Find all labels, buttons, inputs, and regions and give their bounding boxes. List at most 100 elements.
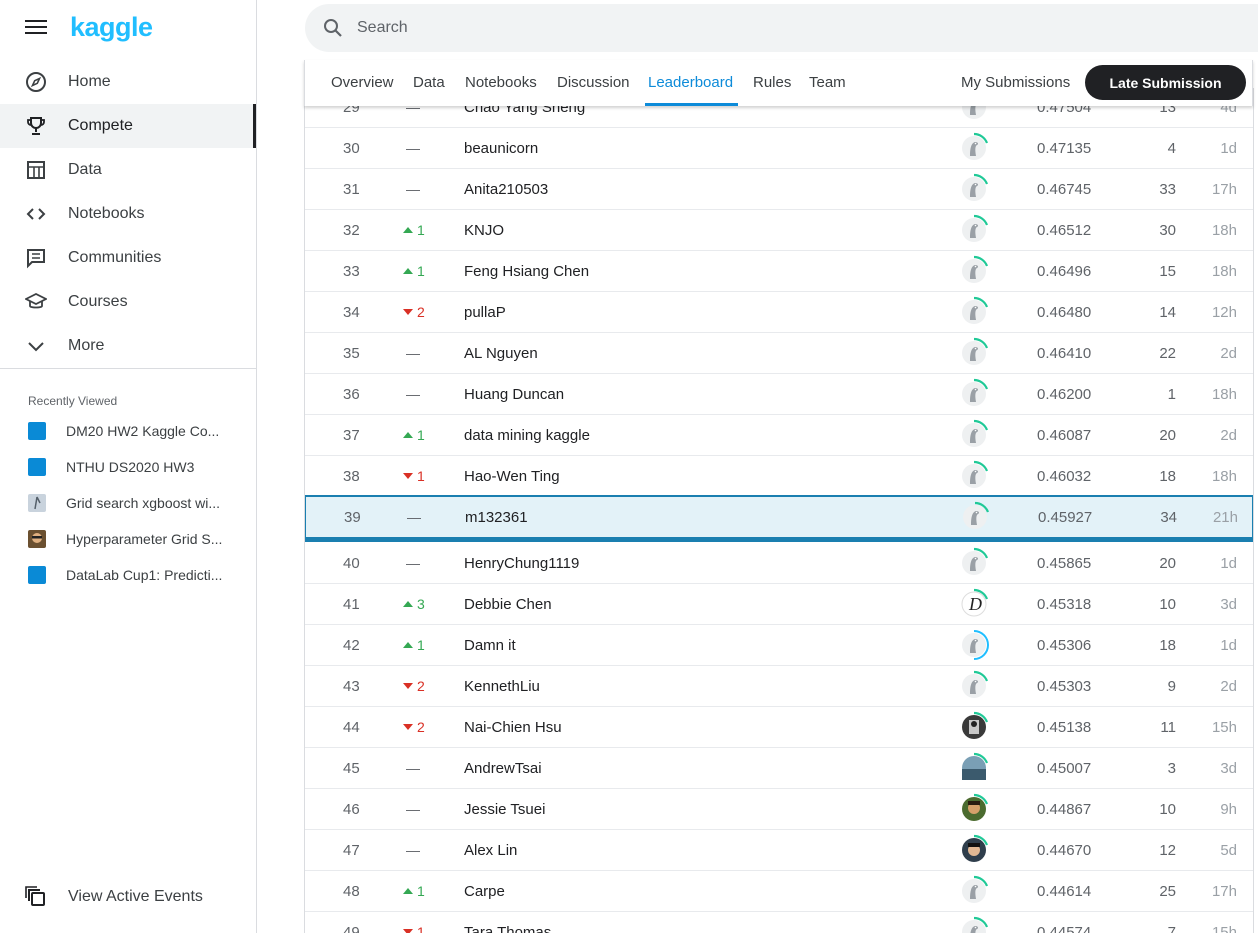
menu-icon[interactable] <box>25 20 47 36</box>
team-avatar[interactable] <box>958 415 990 455</box>
team-avatar[interactable] <box>958 912 990 933</box>
nav-item-more[interactable]: More <box>0 324 256 368</box>
leaderboard-row[interactable]: 43 2 KennethLiu 0.45303 9 2d <box>305 666 1253 707</box>
team-name[interactable]: Damn it <box>464 625 516 665</box>
tab-leaderboard[interactable]: Leaderboard <box>648 74 733 91</box>
rank-change-value: 2 <box>417 304 425 320</box>
leaderboard-row[interactable]: 49 1 Tara Thomas 0.44574 7 15h <box>305 912 1253 933</box>
team-avatar[interactable] <box>958 169 990 209</box>
last-submission: 9h <box>1220 800 1237 818</box>
recent-item[interactable]: NTHU DS2020 HW3 <box>0 452 256 482</box>
leaderboard-row[interactable]: 32 1 KNJO 0.46512 30 18h <box>305 210 1253 251</box>
nav-item-data[interactable]: Data <box>0 148 256 192</box>
recent-item[interactable]: Hyperparameter Grid S... <box>0 524 256 554</box>
team-avatar[interactable] <box>958 210 990 250</box>
leaderboard-row-current-user[interactable]: 39 — m132361 0.45927 34 21h <box>305 495 1253 542</box>
team-avatar[interactable] <box>958 871 990 911</box>
graduation-cap-icon <box>25 291 47 313</box>
team-name[interactable]: Debbie Chen <box>464 584 552 624</box>
team-name[interactable]: Alex Lin <box>464 830 517 870</box>
team-name[interactable]: AndrewTsai <box>464 748 542 788</box>
tab-data[interactable]: Data <box>413 74 445 91</box>
tab-discussion[interactable]: Discussion <box>557 74 630 91</box>
team-avatar[interactable] <box>958 333 990 373</box>
leaderboard-row[interactable]: 35 — AL Nguyen 0.46410 22 2d <box>305 333 1253 374</box>
entries-count: 9 <box>1167 677 1176 695</box>
team-name[interactable]: Huang Duncan <box>464 374 564 414</box>
team-avatar[interactable] <box>958 251 990 291</box>
leaderboard-row[interactable]: 48 1 Carpe 0.44614 25 17h <box>305 871 1253 912</box>
team-name[interactable]: KennethLiu <box>464 666 540 706</box>
tab-team[interactable]: Team <box>809 74 846 91</box>
score: 0.46200 <box>1037 385 1092 403</box>
team-name[interactable]: AL Nguyen <box>464 333 538 373</box>
leaderboard-row[interactable]: 45 — AndrewTsai 0.45007 3 3d <box>305 748 1253 789</box>
search-bar[interactable] <box>305 4 1258 52</box>
tab-notebooks[interactable]: Notebooks <box>465 74 537 91</box>
team-name[interactable]: Tara Thomas <box>464 912 551 933</box>
team-avatar[interactable] <box>958 456 990 496</box>
last-submission: 17h <box>1211 882 1237 900</box>
tab-rules[interactable]: Rules <box>753 74 791 91</box>
team-name[interactable]: Nai-Chien Hsu <box>464 707 562 747</box>
team-name[interactable]: Jessie Tsuei <box>464 789 545 829</box>
team-avatar[interactable]: D <box>958 584 990 624</box>
team-name[interactable]: data mining kaggle <box>464 415 590 455</box>
leaderboard-row[interactable]: 33 1 Feng Hsiang Chen 0.46496 15 18h <box>305 251 1253 292</box>
team-name[interactable]: KNJO <box>464 210 504 250</box>
leaderboard-row[interactable]: 34 2 pullaP 0.46480 14 12h <box>305 292 1253 333</box>
leaderboard-row[interactable]: 47 — Alex Lin 0.44670 12 5d <box>305 830 1253 871</box>
entries-count: 10 <box>1159 800 1176 818</box>
arrow-up-icon <box>403 432 413 438</box>
team-avatar[interactable] <box>958 374 990 414</box>
team-name[interactable]: Feng Hsiang Chen <box>464 251 589 291</box>
team-name[interactable]: Carpe <box>464 871 505 911</box>
rank-change-value: 1 <box>417 427 425 443</box>
nav-item-notebooks[interactable]: Notebooks <box>0 192 256 236</box>
team-avatar[interactable] <box>958 830 990 870</box>
rank: 39 <box>344 508 361 526</box>
leaderboard-row[interactable]: 37 1 data mining kaggle 0.46087 20 2d <box>305 415 1253 456</box>
team-avatar[interactable] <box>958 292 990 332</box>
nav-item-communities[interactable]: Communities <box>0 236 256 280</box>
leaderboard-row[interactable]: 31 — Anita210503 0.46745 33 17h <box>305 169 1253 210</box>
entries-count: 12 <box>1159 841 1176 859</box>
my-submissions-link[interactable]: My Submissions <box>961 74 1070 91</box>
recent-item[interactable]: Grid search xgboost wi... <box>0 488 256 518</box>
leaderboard-row[interactable]: 44 2 Nai-Chien Hsu 0.45138 11 15h <box>305 707 1253 748</box>
search-input[interactable] <box>357 16 957 40</box>
team-avatar[interactable] <box>958 128 990 168</box>
leaderboard-row[interactable]: 42 1 Damn it 0.45306 18 1d <box>305 625 1253 666</box>
team-name[interactable]: Anita210503 <box>464 169 548 209</box>
view-active-events-button[interactable]: View Active Events <box>0 875 256 919</box>
nav-item-compete[interactable]: Compete <box>0 104 256 148</box>
kaggle-logo[interactable]: kaggle <box>70 12 153 43</box>
team-avatar[interactable] <box>958 789 990 829</box>
leaderboard-row[interactable]: 30 — beaunicorn 0.47135 4 1d <box>305 128 1253 169</box>
tab-overview[interactable]: Overview <box>331 74 394 91</box>
late-submission-button[interactable]: Late Submission <box>1085 65 1246 100</box>
recent-item[interactable]: DataLab Cup1: Predicti... <box>0 560 256 590</box>
team-avatar[interactable] <box>958 543 990 583</box>
leaderboard-row[interactable]: 40 — HenryChung1119 0.45865 20 1d <box>305 543 1253 584</box>
nav-item-home[interactable]: Home <box>0 60 256 104</box>
rank-change-value: 1 <box>417 637 425 653</box>
team-avatar[interactable] <box>958 748 990 788</box>
team-avatar[interactable] <box>958 625 990 665</box>
team-avatar[interactable] <box>959 497 991 537</box>
compass-icon <box>25 71 47 93</box>
team-avatar[interactable] <box>958 666 990 706</box>
leaderboard-row[interactable]: 36 — Huang Duncan 0.46200 1 18h <box>305 374 1253 415</box>
team-name[interactable]: m132361 <box>465 497 528 537</box>
team-name[interactable]: HenryChung1119 <box>464 543 579 583</box>
leaderboard-row[interactable]: 38 1 Hao-Wen Ting 0.46032 18 18h <box>305 456 1253 497</box>
leaderboard-row[interactable]: 41 3 Debbie Chen D 0.45318 10 3d <box>305 584 1253 625</box>
recent-item[interactable]: DM20 HW2 Kaggle Co... <box>0 416 256 446</box>
team-name[interactable]: pullaP <box>464 292 506 332</box>
nav-item-courses[interactable]: Courses <box>0 280 256 324</box>
leaderboard-row[interactable]: 46 — Jessie Tsuei 0.44867 10 9h <box>305 789 1253 830</box>
team-avatar[interactable] <box>958 707 990 747</box>
team-name[interactable]: beaunicorn <box>464 128 538 168</box>
team-name[interactable]: Hao-Wen Ting <box>464 456 560 496</box>
rank-change-value: 3 <box>417 596 425 612</box>
